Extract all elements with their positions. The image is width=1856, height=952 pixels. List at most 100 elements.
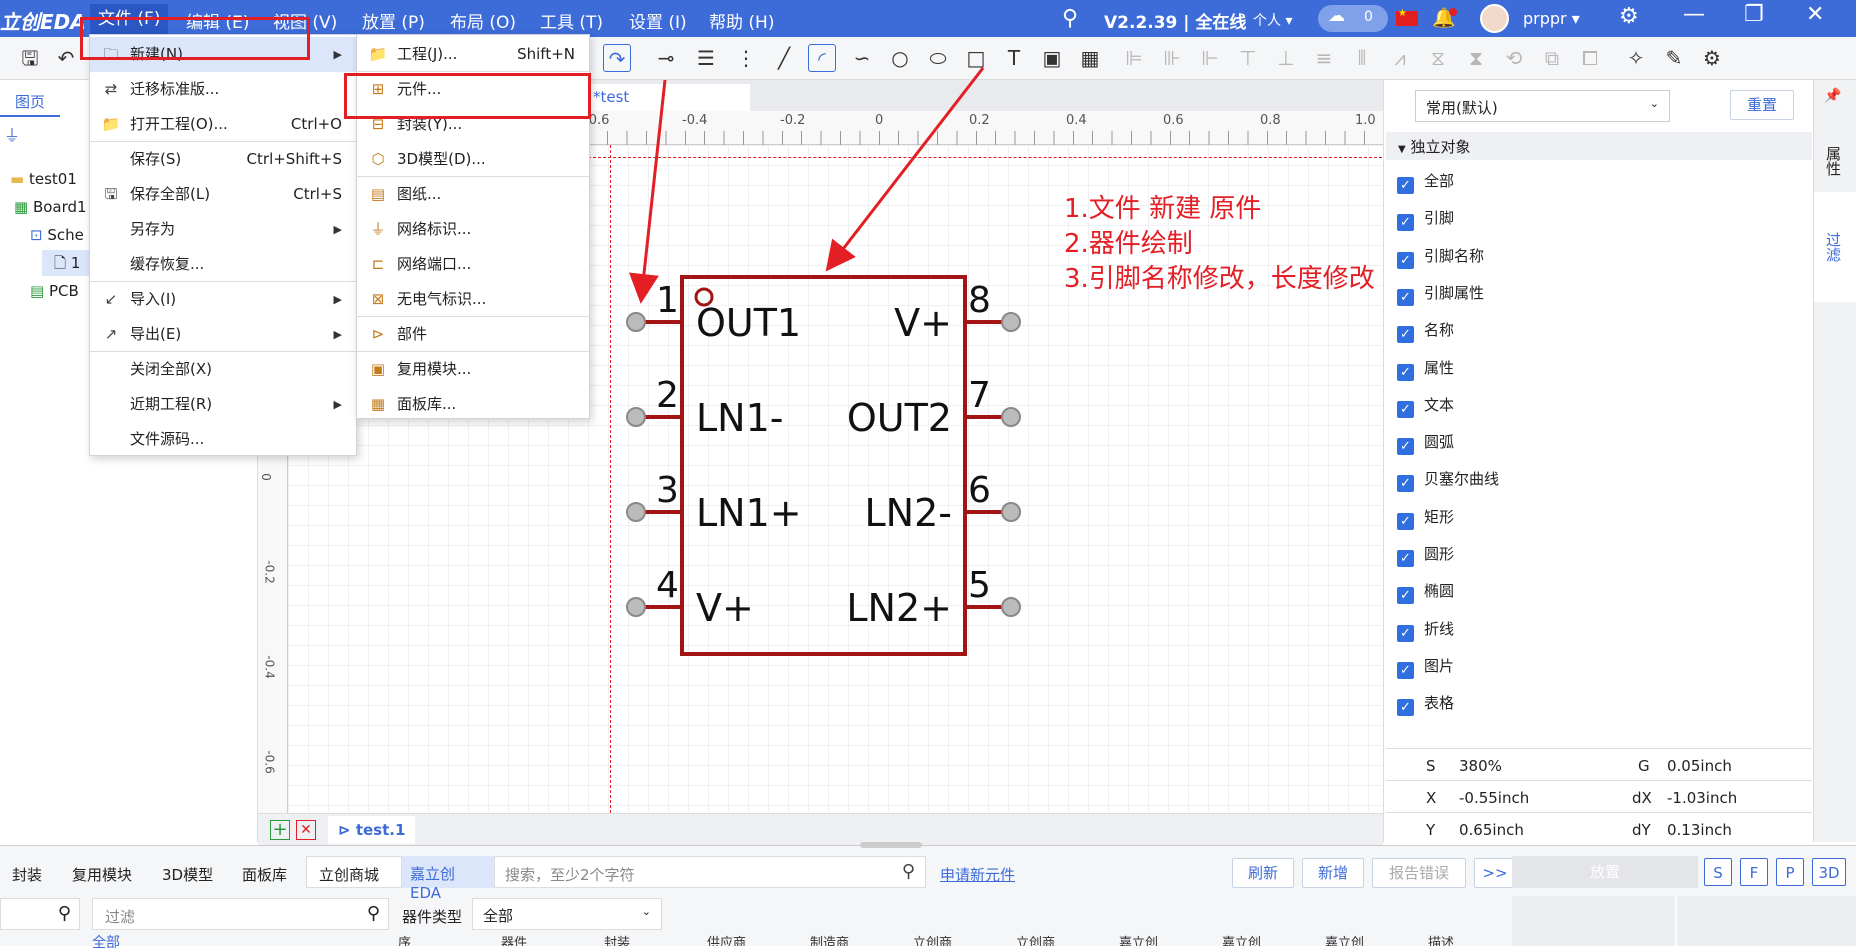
save-icon[interactable]: 🖫 (16, 44, 44, 72)
align-center-icon[interactable]: ⊪ (1158, 44, 1186, 72)
new-submenu-item[interactable]: ▣ 复用模块... (357, 352, 589, 387)
checkbox-checked-icon[interactable]: ✓ (1397, 214, 1414, 232)
pin-end[interactable] (626, 597, 646, 617)
checkbox-checked-icon[interactable]: ✓ (1397, 587, 1414, 605)
column-header[interactable]: 立创商 (1016, 932, 1055, 946)
search-icon[interactable]: ⚲ (1062, 6, 1078, 31)
checkbox-checked-icon[interactable]: ✓ (1397, 251, 1414, 269)
search-icon[interactable]: ⚲ (902, 861, 915, 882)
add-button[interactable]: 新增 (1302, 858, 1364, 888)
pin-end[interactable] (626, 407, 646, 427)
flip-v-icon[interactable]: ⧗ (1462, 44, 1490, 72)
filter-checkbox[interactable]: ✓ 矩形 (1397, 506, 1454, 530)
new-submenu-item[interactable]: ⊠ 无电气标识... (357, 282, 589, 317)
pin-end[interactable] (1001, 597, 1021, 617)
refresh-button[interactable]: 刷新 (1232, 858, 1294, 888)
group-icon[interactable]: ⧉ (1538, 44, 1566, 72)
column-header[interactable]: 嘉立创 (1119, 932, 1158, 946)
column-header[interactable]: 序 (398, 932, 411, 946)
new-submenu-item[interactable]: 📁 工程(J)... Shift+N (357, 37, 589, 72)
mode-f-button[interactable]: F (1740, 858, 1768, 886)
apply-new-component-link[interactable]: 申请新元件 (940, 864, 1015, 885)
expand-button[interactable]: >> (1474, 858, 1516, 888)
pin-icon[interactable]: 📌 (1824, 88, 1841, 104)
new-submenu-item[interactable]: ⊏ 网络端口... (357, 247, 589, 282)
pin-tool-icon[interactable]: ⊸ (652, 44, 680, 72)
pin-end[interactable] (1001, 407, 1021, 427)
tree-item-pcb[interactable]: ▤ PCB (30, 282, 79, 300)
sheet-tab[interactable]: ⊳ test.1 (328, 816, 416, 844)
checkbox-checked-icon[interactable]: ✓ (1397, 475, 1414, 493)
circle-icon[interactable]: ○ (886, 44, 914, 72)
delete-sheet-icon[interactable]: ✕ (296, 820, 316, 840)
mode-3d-button[interactable]: 3D (1812, 858, 1846, 886)
checkbox-checked-icon[interactable]: ✓ (1397, 438, 1414, 456)
settings-icon[interactable]: ⚙ (1698, 44, 1726, 72)
bezier-icon[interactable]: ∽ (848, 44, 876, 72)
pin-end[interactable] (626, 502, 646, 522)
filter-checkbox[interactable]: ✓ 表格 (1397, 692, 1454, 717)
filter-checkbox[interactable]: ✓ 文本 (1397, 394, 1454, 418)
panel-resize-handle[interactable] (860, 842, 922, 848)
file-menu-item[interactable]: ⇄ 迁移标准版... (90, 72, 356, 107)
tree-item-project[interactable]: ▬ test01 (10, 170, 77, 188)
document-tab[interactable]: *test (585, 84, 750, 111)
file-menu-item[interactable]: ↙ 导入(I) ▶ (90, 282, 356, 317)
place-button[interactable]: 放置 (1512, 856, 1698, 888)
align-middle-icon[interactable]: ⊥ (1272, 44, 1300, 72)
column-header[interactable]: 立创商 (913, 932, 952, 946)
filter-checkbox[interactable]: ✓ 图片 (1397, 655, 1454, 679)
lib-tab-panel[interactable]: 面板库 (242, 864, 287, 885)
language-flag-icon[interactable] (1396, 8, 1418, 26)
column-header[interactable]: 器件 (501, 932, 527, 946)
mode-s-button[interactable]: S (1704, 858, 1732, 886)
filter-checkbox[interactable]: ✓ 圆弧 (1397, 431, 1454, 456)
checkbox-checked-icon[interactable]: ✓ (1397, 512, 1414, 530)
column-header[interactable]: 描述 (1428, 932, 1454, 946)
minimize-icon[interactable]: — (1683, 2, 1705, 27)
magic-icon[interactable]: ✧ (1622, 44, 1650, 72)
filter-checkbox[interactable]: ✓ 引脚属性 (1397, 282, 1484, 306)
tree-item-schematic[interactable]: ⊡ Sche (30, 226, 84, 244)
new-submenu-item[interactable]: ▤ 图纸... (357, 177, 589, 212)
report-error-button[interactable]: 报告错误 (1372, 858, 1466, 888)
menu-settings[interactable]: 设置 (I) (629, 8, 687, 33)
add-sheet-icon[interactable]: + (270, 820, 290, 840)
workspace-select[interactable]: 个人 ▾ (1253, 10, 1292, 30)
filter-checkbox[interactable]: ✓ 折线 (1397, 618, 1454, 642)
new-submenu-item[interactable]: ⬡ 3D模型(D)... (357, 142, 589, 177)
text-icon[interactable]: T (1000, 44, 1028, 72)
pin-end[interactable] (626, 312, 646, 332)
align-right-icon[interactable]: ⊩ (1196, 44, 1224, 72)
checkbox-checked-icon[interactable]: ✓ (1397, 288, 1414, 306)
pin-array-icon[interactable]: ☰ (692, 44, 720, 72)
image-icon[interactable]: ▣ (1038, 44, 1066, 72)
menu-place[interactable]: 放置 (P) (362, 8, 425, 33)
distribute-h-icon[interactable]: ⫴ (1348, 44, 1376, 72)
pin-end[interactable] (1001, 312, 1021, 332)
lib-tab-jlceda[interactable]: 嘉立创EDA (402, 856, 494, 902)
line-icon[interactable]: ╱ (770, 44, 798, 72)
search-icon[interactable]: ⚲ (367, 903, 380, 924)
filter-checkbox[interactable]: ✓ 引脚名称 (1397, 245, 1484, 269)
cloud-sync-button[interactable]: ☁ 0 (1318, 5, 1388, 32)
column-header[interactable]: 嘉立创 (1325, 932, 1364, 946)
file-menu-item[interactable]: 保存(S) Ctrl+Shift+S (90, 142, 356, 177)
filter-preset-select[interactable]: 常用(默认) ⌄ (1415, 90, 1670, 122)
gear-icon[interactable]: ⚙ (1619, 4, 1639, 29)
ellipse-icon[interactable]: ⬭ (924, 44, 952, 72)
reset-button[interactable]: 重置 (1730, 90, 1794, 120)
component-symbol[interactable]: 1 OUT1 2 LN1- 3 LN1+ 4 V+ 8 V+ 7 OUT2 6 LN2- 5 LN2+ (600, 255, 1040, 675)
restore-icon[interactable]: ❐ (1744, 2, 1764, 27)
close-icon[interactable]: ✕ (1806, 2, 1824, 27)
new-submenu-item[interactable]: ⊳ 部件 (357, 317, 589, 352)
column-header[interactable]: 嘉立创 (1222, 932, 1261, 946)
lib-tab-reuse[interactable]: 复用模块 (72, 864, 132, 885)
filter-checkbox[interactable]: ✓ 椭圆 (1397, 580, 1454, 605)
device-type-select[interactable]: 全部 ⌄ (472, 898, 662, 930)
undo-icon[interactable]: ↶ (52, 44, 80, 72)
menu-help[interactable]: 帮助 (H) (709, 8, 774, 33)
column-header[interactable]: 制造商 (810, 932, 849, 946)
checkbox-checked-icon[interactable]: ✓ (1397, 661, 1414, 679)
filter-checkbox[interactable]: ✓ 引脚 (1397, 207, 1454, 232)
